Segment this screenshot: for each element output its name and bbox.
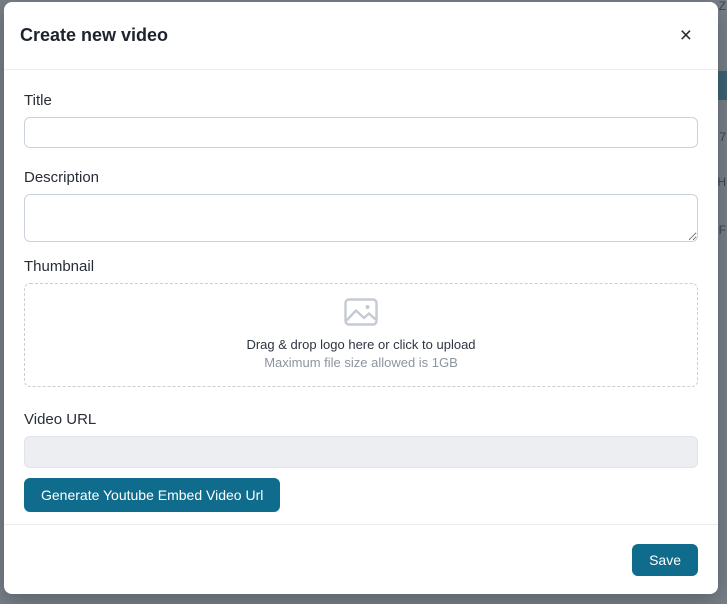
modal-footer: Save: [4, 524, 718, 594]
video-url-input: [24, 436, 698, 468]
save-button[interactable]: Save: [632, 543, 698, 576]
description-label: Description: [24, 169, 100, 186]
thumbnail-field-group: Thumbnail Drag & drop logo here or click…: [24, 258, 698, 387]
backdrop-teal-block: [718, 71, 727, 100]
modal-body: Title Description Thumbnail Drag & drop …: [4, 70, 718, 524]
create-video-modal: Create new video × Title Description Thu…: [4, 2, 718, 594]
backdrop-fragment: 7: [719, 130, 726, 144]
video-url-label: Video URL: [24, 411, 97, 428]
dropzone-text: Drag & drop logo here or click to upload: [246, 337, 476, 353]
generate-youtube-url-button[interactable]: Generate Youtube Embed Video Url: [24, 478, 281, 512]
description-field-group: Description: [24, 169, 698, 242]
close-icon[interactable]: ×: [680, 25, 692, 46]
modal-header: Create new video ×: [4, 2, 718, 70]
thumbnail-label: Thumbnail: [24, 258, 95, 275]
backdrop-fragment: H: [718, 175, 726, 189]
video-url-field-group: Video URL: [24, 411, 698, 468]
title-label: Title: [24, 92, 52, 109]
thumbnail-dropzone[interactable]: Drag & drop logo here or click to upload…: [24, 283, 698, 387]
image-icon: [344, 298, 378, 331]
backdrop-fragment: F: [718, 223, 726, 237]
dropzone-hint: Maximum file size allowed is 1GB: [264, 354, 458, 370]
title-field-group: Title: [24, 92, 698, 148]
backdrop-fragment: Z: [718, 0, 726, 13]
title-input[interactable]: [24, 117, 698, 148]
modal-title: Create new video: [20, 25, 169, 45]
description-textarea[interactable]: [24, 194, 698, 242]
backdrop-strip: Z 7 H F: [718, 0, 727, 604]
